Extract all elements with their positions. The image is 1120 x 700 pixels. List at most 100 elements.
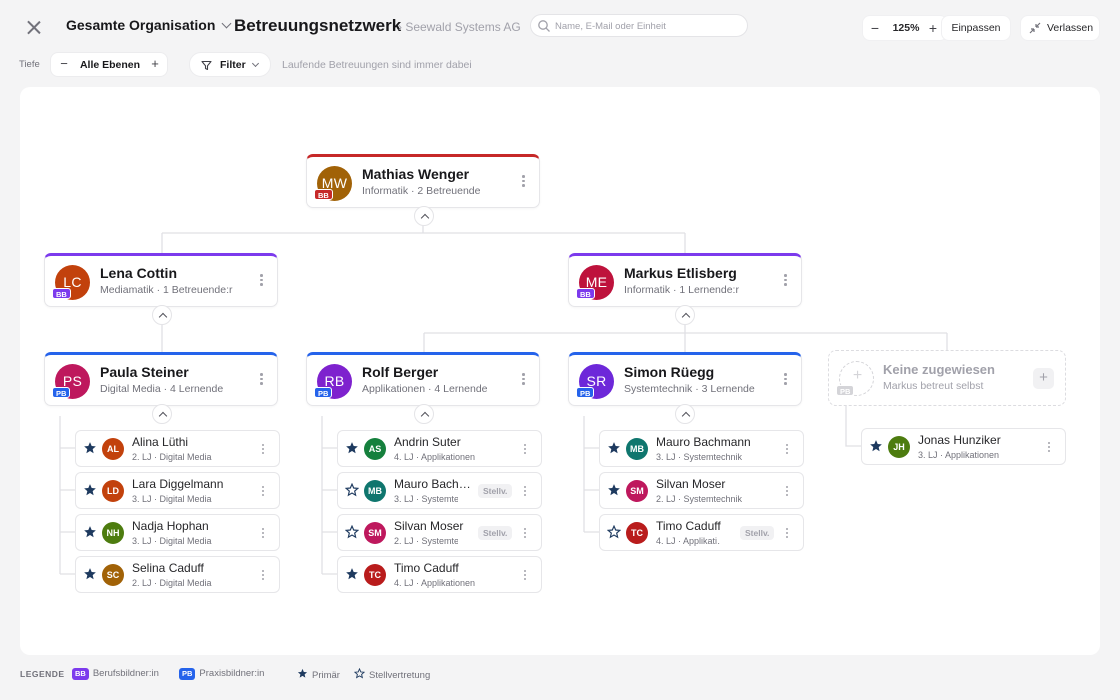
role-badge-bb: BB: [314, 189, 333, 200]
breadcrumb: › Seewald Systems AG: [398, 20, 521, 34]
learner-card[interactable]: JH Jonas Hunziker 3. LJ · Applikationen: [861, 428, 1066, 465]
role-badge-bb: BB: [52, 288, 71, 299]
mentor-subtitle: Digital Media · 4 Lernende: [100, 383, 224, 395]
zoom-control: − 125% +: [862, 15, 948, 41]
star-filled-icon[interactable]: [83, 441, 97, 455]
learner-name: Mauro Bachmann: [656, 435, 751, 449]
collapse-toggle[interactable]: [675, 404, 695, 424]
star-outline-icon[interactable]: [607, 525, 621, 539]
add-mentor-button[interactable]: +: [1033, 368, 1054, 389]
more-options-icon[interactable]: [786, 444, 789, 455]
network-canvas[interactable]: MW BB Mathias Wenger Informatik · 2 Betr…: [20, 87, 1100, 655]
learner-card[interactable]: AS Andrin Suter 4. LJ · Applikationen: [337, 430, 542, 467]
more-options-icon[interactable]: [1048, 442, 1051, 453]
learner-card[interactable]: MB Mauro Bachmann 3. LJ · Systemtechnik: [599, 430, 804, 467]
page-title: Betreuungsnetzwerk: [234, 16, 402, 35]
avatar: SC: [102, 564, 124, 586]
mentor-card-markus[interactable]: ME BB Markus Etlisberg Informatik · 1 Le…: [568, 253, 802, 307]
star-filled-icon[interactable]: [607, 441, 621, 455]
mentor-name: Paula Steiner: [100, 364, 189, 380]
mentor-card-lena[interactable]: LC BB Lena Cottin Mediamatik · 1 Betreue…: [44, 253, 278, 307]
star-filled-icon[interactable]: [345, 441, 359, 455]
more-options-icon[interactable]: [524, 444, 527, 455]
star-filled-icon[interactable]: [83, 567, 97, 581]
collapse-toggle[interactable]: [152, 404, 172, 424]
more-options-icon[interactable]: [524, 528, 527, 539]
zoom-out-button[interactable]: −: [866, 19, 884, 37]
more-options-icon[interactable]: [262, 444, 265, 455]
more-options-icon[interactable]: [522, 175, 525, 190]
learner-subtitle: 2. LJ · Digital Media: [132, 578, 212, 588]
chevron-down-icon: [251, 59, 260, 68]
role-badge-pb: PB: [314, 387, 333, 398]
avatar: AL: [102, 438, 124, 460]
learner-card[interactable]: NH Nadja Hophan 3. LJ · Digital Media: [75, 514, 280, 551]
legend-label: Stellvertretung: [369, 670, 431, 681]
legend-label: Berufsbildner:in: [92, 668, 159, 679]
collapse-toggle[interactable]: [152, 305, 172, 325]
more-options-icon[interactable]: [260, 373, 263, 388]
learner-card[interactable]: SC Selina Caduff 2. LJ · Digital Media: [75, 556, 280, 593]
more-options-icon[interactable]: [522, 373, 525, 388]
star-filled-icon[interactable]: [869, 439, 883, 453]
mentor-subtitle: Informatik · 2 Betreuende: [362, 185, 481, 197]
collapse-toggle[interactable]: [675, 305, 695, 325]
collapse-toggle[interactable]: [414, 206, 434, 226]
search-icon: [538, 20, 550, 32]
legend-item-primary: Primär: [297, 668, 340, 681]
mentor-card-paula[interactable]: PS PB Paula Steiner Digital Media · 4 Le…: [44, 352, 278, 406]
learner-card[interactable]: AL Alina Lüthi 2. LJ · Digital Media: [75, 430, 280, 467]
avatar: NH: [102, 522, 124, 544]
collapse-toggle[interactable]: [414, 404, 434, 424]
legend-item-substitute: Stellvertretung: [353, 667, 431, 681]
learner-card[interactable]: TC Timo Caduff 4. LJ · Applikati… Stellv.: [599, 514, 804, 551]
more-options-icon[interactable]: [786, 486, 789, 497]
learner-name: Selina Caduff: [132, 561, 204, 575]
star-filled-icon[interactable]: [83, 483, 97, 497]
depth-decrease-button[interactable]: −: [56, 56, 72, 72]
learner-subtitle: 3. LJ · Digital Media: [132, 494, 212, 504]
more-options-icon[interactable]: [524, 486, 527, 497]
learner-card[interactable]: LD Lara Diggelmann 3. LJ · Digital Media: [75, 472, 280, 509]
leave-button[interactable]: Verlassen: [1020, 15, 1100, 41]
mentor-name: Markus Etlisberg: [624, 265, 737, 281]
more-options-icon[interactable]: [786, 528, 789, 539]
mentor-name: Simon Rüegg: [624, 364, 715, 380]
filter-icon: [201, 60, 212, 71]
organisation-select[interactable]: Gesamte Organisation: [66, 17, 232, 33]
star-filled-icon[interactable]: [345, 567, 359, 581]
avatar: JH: [888, 436, 910, 458]
avatar: TC: [364, 564, 386, 586]
learner-card[interactable]: SM Silvan Moser 2. LJ · Systemtechnik: [599, 472, 804, 509]
more-options-icon[interactable]: [524, 570, 527, 581]
close-icon[interactable]: [22, 16, 46, 40]
role-badge-pb: PB: [576, 387, 595, 398]
star-filled-icon[interactable]: [607, 483, 621, 497]
filter-button[interactable]: Filter: [189, 52, 271, 77]
star-outline-icon[interactable]: [345, 483, 359, 497]
learner-card[interactable]: TC Timo Caduff 4. LJ · Applikationen: [337, 556, 542, 593]
organisation-select-label: Gesamte Organisation: [66, 17, 216, 33]
more-options-icon[interactable]: [784, 274, 787, 289]
mentor-card-rolf[interactable]: RB PB Rolf Berger Applikationen · 4 Lern…: [306, 352, 540, 406]
zoom-in-button[interactable]: +: [924, 19, 942, 37]
star-outline-icon[interactable]: [345, 525, 359, 539]
learner-name: Jonas Hunziker: [918, 433, 1001, 447]
star-filled-icon[interactable]: [83, 525, 97, 539]
more-options-icon[interactable]: [262, 486, 265, 497]
learner-card[interactable]: MB Mauro Bach… 3. LJ · Systemte… Stellv.: [337, 472, 542, 509]
role-badge-pb: PB: [52, 387, 71, 398]
learner-card[interactable]: SM Silvan Moser 2. LJ · Systemte… Stellv.: [337, 514, 542, 551]
filter-label: Filter: [220, 59, 246, 71]
more-options-icon[interactable]: [784, 373, 787, 388]
more-options-icon[interactable]: [262, 528, 265, 539]
fit-button[interactable]: Einpassen: [941, 15, 1011, 41]
depth-increase-button[interactable]: +: [147, 56, 163, 72]
more-options-icon[interactable]: [262, 570, 265, 581]
legend-label: Primär: [312, 670, 340, 681]
search-input[interactable]: [555, 18, 741, 34]
mentor-card-root[interactable]: MW BB Mathias Wenger Informatik · 2 Betr…: [306, 154, 540, 208]
star-outline-icon: [353, 667, 366, 679]
more-options-icon[interactable]: [260, 274, 263, 289]
mentor-card-simon[interactable]: SR PB Simon Rüegg Systemtechnik · 3 Lern…: [568, 352, 802, 406]
